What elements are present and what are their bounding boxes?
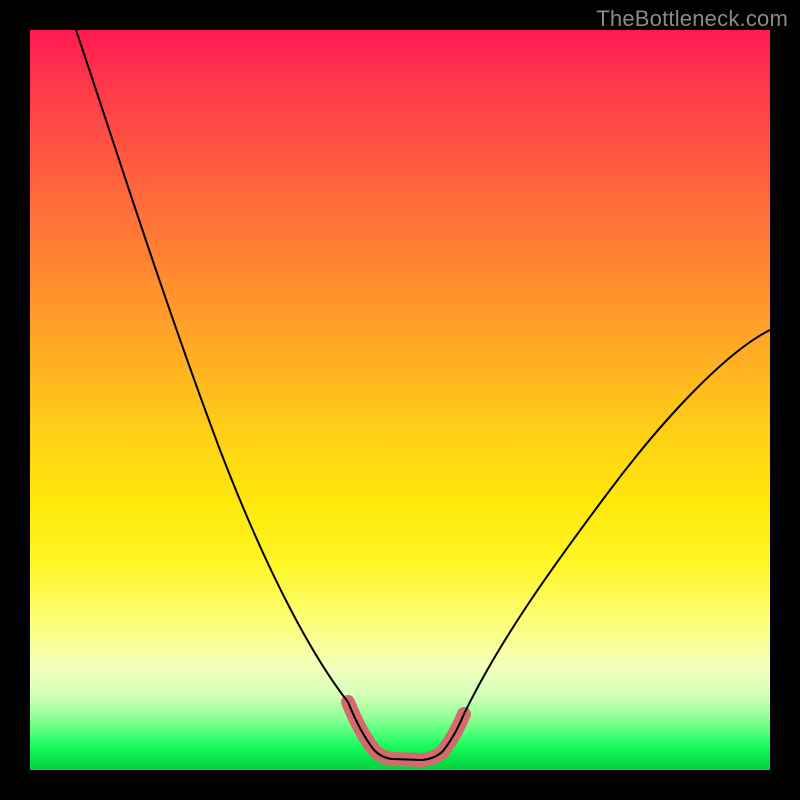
plot-area: [30, 30, 770, 770]
curve-svg: [30, 30, 770, 770]
bottleneck-curve: [76, 30, 770, 760]
curve-highlight: [348, 702, 464, 760]
watermark-text: TheBottleneck.com: [596, 6, 788, 32]
chart-frame: TheBottleneck.com: [0, 0, 800, 800]
